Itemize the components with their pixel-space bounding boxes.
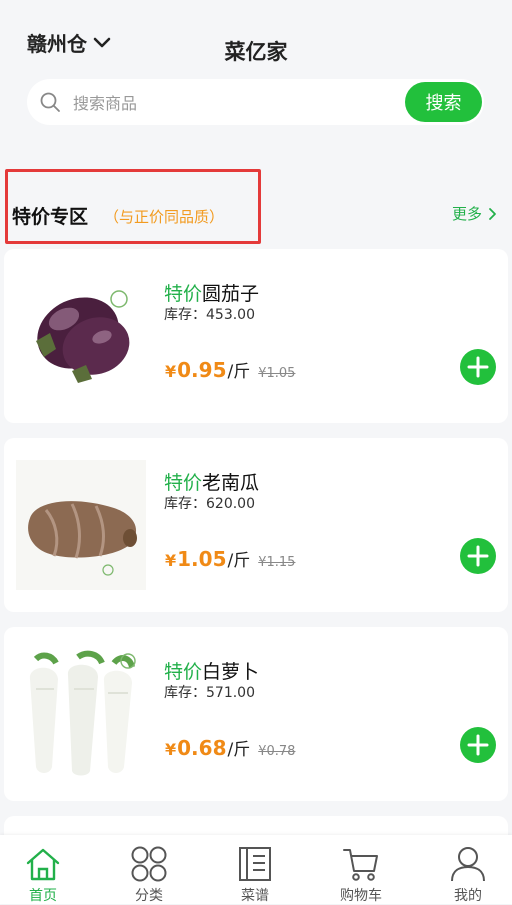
sale-price: 0.95: [177, 358, 227, 382]
product-tag: 特价: [164, 283, 203, 305]
tab-profile[interactable]: 我的: [418, 835, 512, 904]
product-name: 特价白萝卜: [164, 657, 259, 684]
product-name: 特价圆茄子: [164, 279, 259, 306]
more-label: 更多: [452, 205, 483, 223]
currency-symbol: ¥: [165, 740, 177, 759]
pumpkin-image: [16, 460, 146, 590]
original-price: ¥1.05: [258, 366, 296, 381]
recipe-book-icon: [239, 847, 271, 881]
price-row: ¥ 1.05 /斤 ¥1.15: [165, 546, 295, 571]
add-to-cart-icon[interactable]: [460, 538, 496, 574]
chevron-right-icon: [489, 207, 496, 220]
tab-label: 我的: [454, 888, 482, 904]
header: 赣州仓 菜亿家 搜索: [0, 0, 512, 150]
price-row: ¥ 0.95 /斤 ¥1.05: [165, 357, 295, 382]
stock-text: 库存：571.00: [164, 685, 255, 701]
section-title: 特价专区: [12, 206, 89, 228]
tab-recipe[interactable]: 菜谱: [205, 835, 305, 904]
section-subtitle: （与正价同品质）: [104, 208, 225, 226]
product-name: 特价老南瓜: [164, 468, 259, 495]
more-link[interactable]: 更多: [452, 203, 497, 224]
product-tag: 特价: [164, 472, 203, 494]
search-icon: [40, 92, 60, 112]
app-title: 菜亿家: [224, 40, 288, 64]
tab-label: 购物车: [340, 888, 382, 904]
tab-bar: 首页 分类 菜谱 购物车 我的: [0, 835, 512, 904]
product-title: 白萝卜: [202, 661, 260, 683]
home-icon: [26, 848, 60, 881]
original-price: ¥0.78: [258, 744, 296, 759]
sale-price: 0.68: [177, 736, 227, 760]
price-unit: /斤: [227, 740, 251, 760]
tab-category[interactable]: 分类: [99, 835, 199, 904]
search-input[interactable]: [71, 87, 395, 119]
search-bar: 搜索: [27, 79, 484, 125]
price-row: ¥ 0.68 /斤 ¥0.78: [165, 735, 295, 760]
category-icon: [131, 846, 167, 882]
stock-text: 库存：620.00: [164, 496, 255, 512]
stock-text: 库存：453.00: [164, 307, 255, 323]
product-title: 圆茄子: [202, 283, 260, 305]
product-card[interactable]: 特价老南瓜 库存：620.00 ¥ 1.05 /斤 ¥1.15: [4, 438, 508, 612]
product-card[interactable]: 特价白萝卜 库存：571.00 ¥ 0.68 /斤 ¥0.78: [4, 627, 508, 801]
price-unit: /斤: [227, 551, 251, 571]
tab-cart[interactable]: 购物车: [311, 835, 411, 904]
currency-symbol: ¥: [165, 551, 177, 570]
tab-label: 菜谱: [241, 888, 269, 904]
add-to-cart-icon[interactable]: [460, 727, 496, 763]
cart-icon: [343, 849, 378, 881]
product-title: 老南瓜: [202, 472, 260, 494]
search-button[interactable]: 搜索: [405, 82, 482, 122]
sale-price: 1.05: [177, 547, 227, 571]
tab-home[interactable]: 首页: [0, 835, 93, 904]
product-card[interactable]: 特价圆茄子 库存：453.00 ¥ 0.95 /斤 ¥1.05: [4, 249, 508, 423]
original-price: ¥1.15: [258, 555, 296, 570]
price-unit: /斤: [227, 362, 251, 382]
product-tag: 特价: [164, 661, 203, 683]
currency-symbol: ¥: [165, 362, 177, 381]
add-to-cart-icon[interactable]: [460, 349, 496, 385]
tab-label: 首页: [29, 888, 57, 904]
user-icon: [451, 847, 485, 882]
eggplant-image: [36, 290, 130, 383]
tab-label: 分类: [135, 888, 163, 904]
radish-image: [29, 650, 136, 776]
